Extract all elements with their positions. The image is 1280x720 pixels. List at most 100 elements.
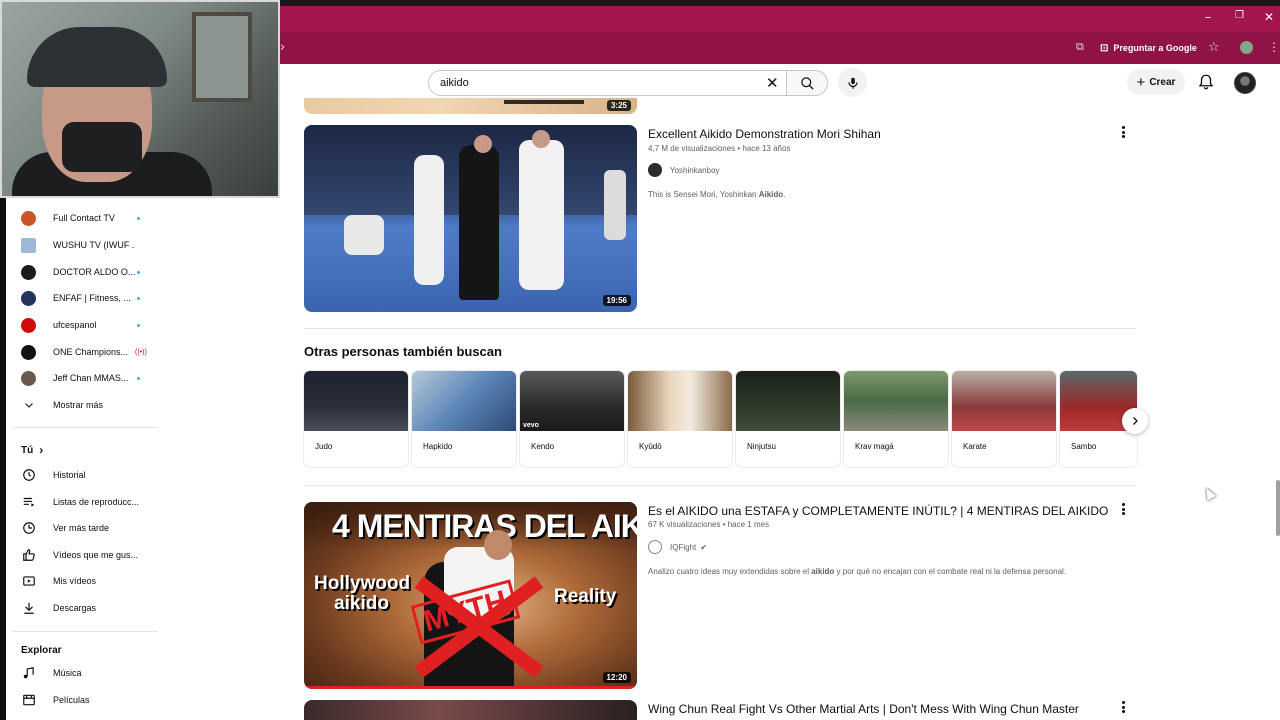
duration-badge: 3:25 <box>606 100 631 111</box>
description-highlight: aikido <box>811 567 835 576</box>
subscription-item[interactable]: WUSHU TV (IWUF ... <box>21 233 151 257</box>
subscription-item[interactable]: Full Contact TV <box>21 206 151 230</box>
channel-avatar <box>21 317 36 333</box>
subscription-item[interactable]: ENFAF | Fitness, ... <box>21 286 151 310</box>
live-icon: ((•)) <box>135 348 147 356</box>
create-button[interactable]: + Crear <box>1127 69 1185 95</box>
thumbnail-left-caption: Hollywood aikido <box>314 573 411 614</box>
sidebar-item-label: Películas <box>53 695 90 705</box>
mouse-cursor <box>1201 485 1217 501</box>
sidebar-item-watch-later[interactable]: Ver más tarde <box>21 517 151 539</box>
video-menu-button[interactable] <box>1117 124 1129 140</box>
sidebar-item-label: Historial <box>53 470 86 480</box>
show-more-label: Mostrar más <box>53 400 104 410</box>
related-next-button[interactable] <box>1122 408 1148 434</box>
bookmark-star-icon[interactable]: ☆ <box>1208 40 1220 55</box>
close-window-icon[interactable]: ✕ <box>1264 10 1274 24</box>
subscription-item[interactable]: Jeff Chan MMAS... <box>21 366 151 390</box>
related-search-card[interactable]: Ninjutsu <box>736 371 840 467</box>
subscription-name: DOCTOR ALDO O... <box>53 267 135 277</box>
new-content-dot <box>137 323 140 327</box>
video-title[interactable]: Es el AIKIDO una ESTAFA y COMPLETAMENTE … <box>648 504 1108 518</box>
description-text: Analizo cuatro ideas muy extendidas sobr… <box>648 567 812 576</box>
you-header-label: Tú <box>21 444 34 456</box>
subscription-name: WUSHU TV (IWUF ... <box>53 240 135 250</box>
video-thumbnail[interactable]: 4 MENTIRAS DEL AIKIDO Hollywood aikido R… <box>304 502 637 689</box>
upload-age: hace 13 años <box>742 144 791 153</box>
music-icon <box>21 665 37 681</box>
ask-google-button[interactable]: ⊡ Preguntar a Google <box>1100 40 1197 56</box>
browser-menu-icon[interactable]: ⋮ <box>1268 40 1280 54</box>
subscription-name: Full Contact TV <box>53 213 115 223</box>
subscription-item[interactable]: ufcespanol <box>21 313 151 337</box>
related-search-card[interactable]: Karate <box>952 371 1056 467</box>
view-count: 4,7 M de visualizaciones <box>648 144 736 153</box>
restore-icon[interactable]: ❐ <box>1235 10 1244 21</box>
chevron-right-icon <box>1133 417 1138 425</box>
channel-avatar <box>21 370 36 386</box>
create-label: Crear <box>1149 76 1176 88</box>
video-menu-button[interactable] <box>1117 501 1129 517</box>
search-input[interactable]: aikido <box>428 70 786 96</box>
thumbnail-right-caption: Reality <box>554 586 617 607</box>
explore-section-header: Explorar <box>21 645 62 656</box>
video-title[interactable]: Wing Chun Real Fight Vs Other Martial Ar… <box>648 702 1079 716</box>
account-avatar[interactable] <box>1234 72 1256 94</box>
section-divider <box>304 485 1136 486</box>
view-count: 67 K visualizaciones <box>648 520 721 529</box>
channel-link[interactable]: Yoshinkanboy <box>648 163 720 177</box>
sidebar-item-label: Mis vídeos <box>53 576 97 586</box>
channel-link[interactable]: IQFight ✔ <box>648 540 707 554</box>
search-button[interactable] <box>786 70 828 96</box>
sidebar-item-music[interactable]: Música <box>21 662 151 684</box>
description-highlight: Aikido <box>758 190 784 199</box>
related-search-label: Ninjutsu <box>747 442 776 451</box>
related-search-card[interactable]: vevo Kendo <box>520 371 624 467</box>
related-search-card[interactable]: Krav magá <box>844 371 948 467</box>
description-text: This is Sensei Mori, Yoshinkan <box>648 190 759 199</box>
video-thumbnail[interactable] <box>304 700 637 720</box>
subscription-item[interactable]: DOCTOR ALDO O... <box>21 260 151 284</box>
subscription-item[interactable]: ONE Champions... ((•)) <box>21 340 151 364</box>
notifications-bell-icon[interactable] <box>1197 73 1215 91</box>
related-search-image <box>628 371 732 431</box>
cast-icon[interactable]: ⧉ <box>1076 40 1084 54</box>
video-description: This is Sensei Mori, Yoshinkan Aikido. <box>648 190 785 199</box>
download-icon <box>21 600 37 616</box>
video-thumbnail[interactable]: 19:56 <box>304 125 637 312</box>
related-search-label: Hapkido <box>423 442 453 451</box>
search-icon <box>800 76 814 90</box>
sidebar-item-downloads[interactable]: Descargas <box>21 597 151 619</box>
related-search-card[interactable]: Judo <box>304 371 408 467</box>
video-title[interactable]: Excellent Aikido Demonstration Mori Shih… <box>648 127 881 141</box>
new-content-dot <box>137 216 140 220</box>
vevo-badge: vevo <box>523 422 539 429</box>
video-thumbnail[interactable]: 3:25 <box>304 98 637 114</box>
related-search-label: Karate <box>963 442 987 451</box>
page-scrollbar[interactable] <box>1276 480 1280 536</box>
related-searches-header: Otras personas también buscan <box>304 344 502 359</box>
you-section-header[interactable]: Tú › <box>21 443 43 457</box>
related-search-card[interactable]: Kyūdō <box>628 371 732 467</box>
sidebar-item-history[interactable]: Historial <box>21 464 151 486</box>
voice-search-button[interactable] <box>838 68 867 97</box>
show-more-button[interactable]: Mostrar más <box>21 394 151 416</box>
profile-avatar[interactable] <box>1240 41 1253 54</box>
section-divider <box>304 328 1136 329</box>
subscription-name: ONE Champions... <box>53 347 129 357</box>
new-content-dot <box>137 296 140 300</box>
minimize-icon[interactable]: – <box>1205 10 1211 24</box>
sidebar-item-liked[interactable]: Vídeos que me gus... <box>21 544 151 566</box>
new-content-dot <box>137 376 140 380</box>
sidebar-item-my-videos[interactable]: Mis vídeos <box>21 570 151 592</box>
sidebar-item-playlists[interactable]: Listas de reproducc... <box>21 491 151 513</box>
related-search-card[interactable]: Hapkido <box>412 371 516 467</box>
related-search-image <box>952 371 1056 431</box>
video-menu-button[interactable] <box>1117 699 1129 715</box>
sidebar-item-movies[interactable]: Películas <box>21 689 151 711</box>
related-search-image: vevo <box>520 371 624 431</box>
video-metadata: 4,7 M de visualizaciones • hace 13 años <box>648 144 791 153</box>
clear-search-icon[interactable]: ✕ <box>766 74 779 92</box>
channel-avatar <box>21 264 36 280</box>
description-text: . <box>783 190 786 199</box>
